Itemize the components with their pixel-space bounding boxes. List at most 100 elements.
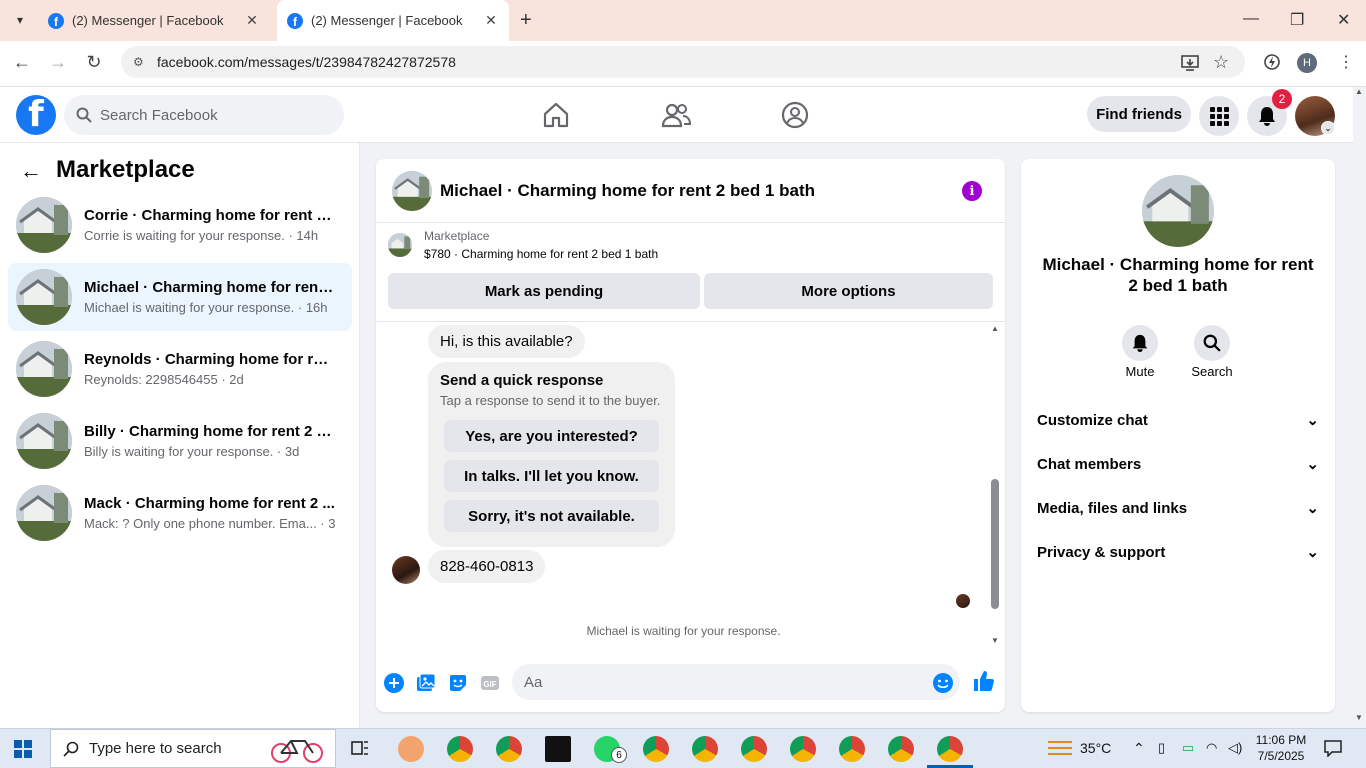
chevron-down-icon: ⌄ [1306,500,1319,517]
device-icon[interactable]: ▯ [1158,740,1165,756]
media-files-links-section[interactable]: Media, files and links ⌄ [1037,490,1319,526]
back-icon[interactable]: ← [10,52,34,74]
grid-icon [1210,107,1229,126]
maximize-icon[interactable]: ❐ [1290,10,1304,30]
waiting-status-text: Michael is waiting for your response. [586,624,781,638]
message-bubble: Hi, is this available? [428,325,585,358]
chevron-down-icon[interactable]: ⌄ [1321,121,1335,135]
volume-icon[interactable]: ◁) [1228,740,1242,756]
close-window-icon[interactable]: ✕ [1337,10,1350,30]
new-tab-icon[interactable]: + [520,9,532,32]
scroll-down-icon[interactable]: ▼ [991,636,999,645]
scroll-up-icon[interactable]: ▲ [1355,87,1363,96]
listing-price-title: $780 · Charming home for rent 2 bed 1 ba… [424,247,659,261]
facebook-logo-icon[interactable]: f [16,95,56,135]
browser-menu-icon[interactable]: ⋮ [1338,52,1354,72]
reload-icon[interactable]: ↻ [82,52,106,74]
notification-center-icon[interactable] [1324,739,1342,757]
browser-tab-2[interactable]: f (2) Messenger | Facebook ✕ [277,0,509,41]
more-options-button[interactable]: More options [704,273,993,309]
gif-icon[interactable]: GIF [480,673,500,693]
home-icon[interactable] [541,100,571,130]
menu-grid-button[interactable] [1199,96,1239,136]
bookmark-star-icon[interactable]: ☆ [1213,52,1229,73]
conversation-item[interactable]: Reynolds · Charming home for ren... Reyn… [8,335,352,403]
clock[interactable]: 11:06 PM 7/5/2025 [1250,732,1312,764]
customize-chat-section[interactable]: Customize chat ⌄ [1037,402,1319,438]
photo-icon[interactable] [416,673,436,693]
address-bar[interactable]: ⚙ facebook.com/messages/t/23984782427872… [121,46,1245,78]
conversation-item-selected[interactable]: Michael · Charming home for rent ... Mic… [8,263,352,331]
chat-scrollbar[interactable]: ▲ ▼ [991,324,999,649]
chrome-profile-icon[interactable] [790,736,816,762]
minimize-icon[interactable]: — [1243,10,1259,28]
search-icon [63,741,79,757]
friends-icon[interactable] [661,100,691,130]
temperature-text[interactable]: 35°C [1080,740,1111,756]
plus-circle-icon[interactable] [384,673,404,693]
sticky-notes-icon[interactable] [545,736,571,762]
chat-listing-thumbnail[interactable] [392,170,432,211]
quick-response-button[interactable]: In talks. I'll let you know. [444,460,659,492]
page-scrollbar[interactable]: ▲ ▼ [1353,87,1366,728]
battery-icon[interactable]: ▭ [1182,740,1194,756]
forward-icon[interactable]: → [46,52,70,74]
chrome-profile-icon-active[interactable] [937,736,963,762]
privacy-support-section[interactable]: Privacy & support ⌄ [1037,534,1319,570]
sticker-icon[interactable] [448,673,468,693]
info-icon[interactable]: i [962,181,982,201]
chevron-up-icon[interactable]: ⌃ [1133,740,1145,757]
like-thumb-icon[interactable] [972,670,994,692]
chat-title[interactable]: Michael · Charming home for rent 2 bed 1… [440,181,815,201]
back-arrow-icon[interactable]: ← [20,158,42,184]
site-info-icon[interactable]: ⚙ [133,55,149,69]
conversation-preview: Reynolds: 2298546455 · 2d [84,372,244,387]
windows-start-icon[interactable] [14,740,32,758]
taskbar-search-input[interactable]: Type here to search [50,729,336,768]
emoji-icon[interactable] [932,672,954,694]
extensions-icon[interactable] [1263,53,1281,71]
search-label: Search [1191,364,1233,379]
quick-response-subtitle: Tap a response to send it to the buyer. [440,393,661,408]
scrollbar-thumb[interactable] [991,479,999,609]
close-tab-icon[interactable]: ✕ [483,12,499,29]
groups-icon[interactable] [780,100,810,130]
quick-response-button[interactable]: Sorry, it's not available. [444,500,659,532]
install-app-icon[interactable] [1180,54,1200,72]
mute-button[interactable] [1122,325,1158,361]
section-label: Privacy & support [1037,543,1166,561]
svg-text:GIF: GIF [483,680,496,689]
chrome-profile-icon[interactable] [643,736,669,762]
close-tab-icon[interactable]: ✕ [244,12,260,29]
find-friends-button[interactable]: Find friends [1087,96,1191,132]
facebook-favicon-icon: f [48,12,64,29]
browser-profile-avatar[interactable]: H [1297,53,1317,73]
chrome-profile-icon[interactable] [888,736,914,762]
scroll-down-icon[interactable]: ▼ [1355,713,1363,722]
facebook-search-input[interactable]: Search Facebook [64,95,344,135]
mark-as-pending-button[interactable]: Mark as pending [388,273,700,309]
conversation-item[interactable]: Mack · Charming home for rent 2 ... Mack… [8,479,352,547]
conversation-item[interactable]: Corrie · Charming home for rent 2 ... Co… [8,191,352,259]
chrome-profile-icon[interactable] [692,736,718,762]
chrome-profile-icon[interactable] [447,736,473,762]
search-conversation-button[interactable] [1194,325,1230,361]
weather-icon[interactable] [1046,738,1074,758]
scroll-up-icon[interactable]: ▲ [991,324,999,333]
listing-summary[interactable]: Marketplace $780 · Charming home for ren… [388,229,658,261]
quick-response-button[interactable]: Yes, are you interested? [444,420,659,452]
chrome-profile-icon[interactable] [839,736,865,762]
wifi-icon[interactable]: ◠ [1206,740,1217,756]
tab-title: (2) Messenger | Facebook [311,13,463,28]
chrome-icon[interactable] [496,736,522,762]
browser-tab-1[interactable]: f (2) Messenger | Facebook ✕ [38,0,270,41]
tab-search-menu-icon[interactable]: ▾ [8,8,32,32]
chat-members-section[interactable]: Chat members ⌄ [1037,446,1319,482]
bell-icon [1132,334,1148,352]
message-input[interactable]: Aa [512,664,960,700]
chrome-profile-icon[interactable] [741,736,767,762]
app-icon[interactable] [398,736,424,762]
conversation-item[interactable]: Billy · Charming home for rent 2 b... Bi… [8,407,352,475]
listing-label: Marketplace [424,229,490,243]
task-view-icon[interactable] [350,738,370,758]
